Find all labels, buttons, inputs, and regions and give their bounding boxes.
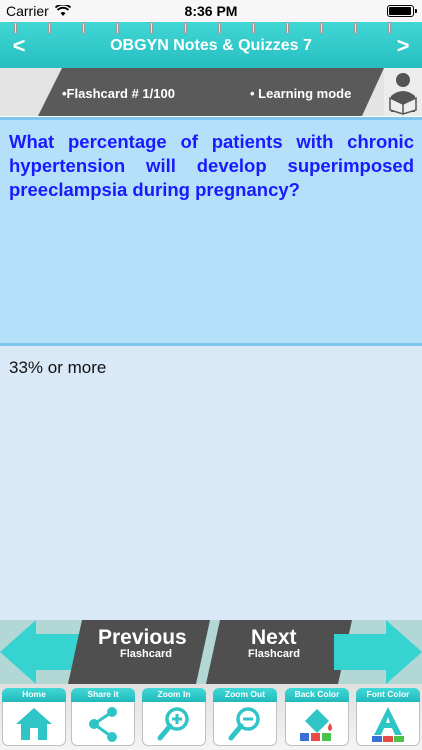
chevron-right-icon[interactable]: > (388, 33, 418, 59)
next-sublabel: Flashcard (248, 648, 300, 660)
answer-text: 33% or more (9, 358, 107, 377)
font-color-label: Font Color (366, 689, 410, 699)
header-binder-rings (0, 22, 422, 36)
flashcard-counter: •Flashcard # 1/100 (62, 86, 175, 101)
font-color-icon (372, 707, 404, 742)
share-icon (89, 707, 117, 742)
font-color-button[interactable]: Font Color (356, 688, 420, 746)
previous-label: Previous (98, 626, 187, 649)
home-label: Home (22, 689, 46, 699)
previous-sublabel: Flashcard (120, 648, 172, 660)
zoom-in-label: Zoom In (157, 689, 191, 699)
page-title: OBGYN Notes & Quizzes 7 (110, 37, 312, 54)
zoom-in-button[interactable]: Zoom In (142, 688, 206, 746)
next-label: Next (251, 626, 297, 649)
answer-panel (0, 346, 422, 620)
back-color-label: Back Color (294, 689, 340, 699)
share-button[interactable]: Share it (71, 688, 135, 746)
back-color-icon (300, 709, 332, 741)
back-color-button[interactable]: Back Color (285, 688, 349, 746)
battery-level (389, 7, 411, 15)
zoom-out-icon (228, 707, 260, 741)
home-icon (16, 708, 52, 740)
reader-icon-box (384, 68, 422, 116)
mode-label: • Learning mode (250, 86, 352, 101)
battery-icon (387, 5, 417, 17)
status-bar: Carrier 8:36 PM (0, 0, 422, 22)
share-label: Share it (87, 689, 119, 699)
zoom-out-button[interactable]: Zoom Out (213, 688, 277, 746)
zoom-out-label: Zoom Out (224, 689, 266, 699)
question-text: What percentage of patients with chronic… (9, 131, 414, 200)
zoom-in-icon (157, 707, 189, 741)
chevron-left-icon[interactable]: < (4, 33, 34, 59)
status-time: 8:36 PM (184, 3, 238, 19)
reader-icon (389, 73, 417, 115)
home-button[interactable]: Home (2, 688, 66, 746)
